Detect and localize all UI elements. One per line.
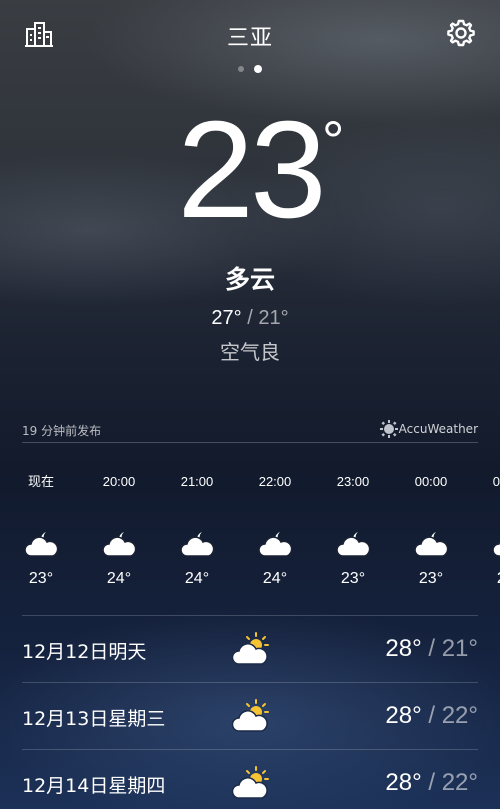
- day-temperatures: 28° / 21°: [385, 635, 478, 663]
- day-high: 28°: [385, 635, 422, 662]
- air-quality[interactable]: 空气良: [0, 336, 500, 365]
- daily-row[interactable]: 12月12日明天 28° / 21°: [22, 615, 478, 682]
- hour-time: 23:00: [336, 474, 370, 489]
- daily-row[interactable]: 12月14日星期四 28° / 22°: [22, 749, 478, 809]
- hour-time: 01:00: [492, 474, 500, 489]
- page-indicator: [236, 65, 266, 74]
- high-low-temperature: 27° / 21°: [0, 307, 500, 330]
- hour-temperature: 24°: [106, 570, 132, 587]
- day-temperatures: 28° / 22°: [385, 702, 478, 730]
- day-label: 12月14日星期四: [22, 775, 166, 797]
- day-low: 22°: [441, 702, 478, 729]
- daily-forecast: 12月12日明天 28° / 21° 12月13日星期三 28° / 22° 1…: [22, 615, 478, 809]
- day-temp-separator: /: [428, 702, 436, 729]
- today-high: 27°: [211, 307, 242, 329]
- hour-time: 21:00: [180, 474, 214, 489]
- moon-cloud-icon: [180, 531, 215, 557]
- page-dot-2-active[interactable]: [254, 65, 262, 73]
- accuweather-link[interactable]: AccuWeather: [399, 422, 478, 436]
- today-low: 21°: [258, 307, 289, 329]
- hour-item: 现在 23°: [11, 470, 71, 588]
- hour-temperature: 23°: [479, 570, 500, 588]
- moon-cloud-icon: [492, 531, 500, 557]
- hour-time: 00:00: [414, 474, 448, 489]
- hour-temperature: 24°: [262, 570, 288, 587]
- moon-cloud-icon: [24, 531, 59, 557]
- top-bar: 三亚: [0, 0, 500, 73]
- hour-temperature: 23°: [340, 570, 366, 587]
- weather-condition: 多云: [224, 265, 275, 294]
- daily-row[interactable]: 12月13日星期三 28° / 22°: [22, 682, 478, 749]
- hour-item: 22:00 24°: [245, 470, 305, 588]
- hourly-forecast[interactable]: 现在 23° 20:00 24° 21:00 24° 22:00 24° 23:…: [0, 470, 500, 600]
- sun-cloud-icon: [231, 699, 269, 732]
- moon-cloud-icon: [336, 531, 371, 557]
- hour-item: 20:00 24°: [89, 470, 149, 588]
- day-temp-separator: /: [428, 635, 436, 662]
- moon-cloud-icon: [102, 531, 137, 557]
- hour-item: 00:00 23°: [401, 470, 461, 588]
- hour-time: 22:00: [258, 474, 292, 489]
- day-low: 21°: [441, 635, 478, 662]
- day-low: 22°: [441, 769, 478, 796]
- hour-item: 01:00 23°: [479, 470, 500, 588]
- hour-time: 20:00: [102, 474, 136, 489]
- city-name[interactable]: 三亚: [0, 20, 500, 52]
- high-low-separator: /: [247, 307, 253, 329]
- day-temp-separator: /: [428, 769, 436, 796]
- sun-logo-icon: [380, 420, 398, 438]
- hour-item: 21:00 24°: [167, 470, 227, 588]
- hour-item: 23:00 23°: [323, 470, 383, 588]
- degree-symbol: °: [322, 109, 345, 172]
- day-label: 12月13日星期三: [22, 708, 166, 730]
- hour-temperature: 23°: [28, 570, 54, 587]
- sun-cloud-icon: [231, 632, 269, 665]
- moon-cloud-icon: [414, 531, 449, 557]
- hour-temperature: 23°: [418, 570, 444, 587]
- publish-info: 19 分钟前发布 AccuWeather: [22, 420, 478, 442]
- moon-cloud-icon: [258, 531, 293, 557]
- day-high: 28°: [385, 769, 422, 796]
- day-high: 28°: [385, 702, 422, 729]
- day-temperatures: 28° / 22°: [385, 769, 478, 797]
- current-temperature: 23: [177, 93, 327, 247]
- day-label: 12月12日明天: [22, 641, 147, 663]
- hour-temperature: 24°: [184, 570, 210, 587]
- gear-icon[interactable]: [446, 18, 476, 48]
- divider: [22, 442, 478, 443]
- page-dot-1[interactable]: [238, 66, 244, 72]
- sun-cloud-icon: [231, 766, 269, 799]
- publish-time: 19 分钟前发布: [22, 424, 102, 438]
- hour-time: 现在: [27, 474, 54, 489]
